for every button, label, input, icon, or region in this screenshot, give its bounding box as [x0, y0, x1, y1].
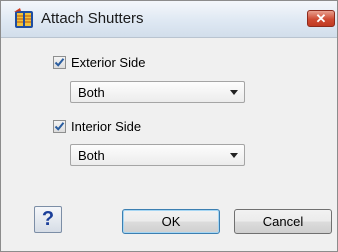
- ok-button[interactable]: OK: [122, 209, 220, 234]
- interior-side-checkbox-row[interactable]: Interior Side: [53, 118, 141, 134]
- interior-side-label: Interior Side: [71, 118, 142, 134]
- checkmark-icon: [54, 121, 65, 131]
- help-button[interactable]: ?: [34, 206, 62, 233]
- interior-side-select[interactable]: Both: [70, 144, 245, 166]
- title-bar[interactable]: Attach Shutters ✕: [1, 1, 337, 38]
- shutters-app-icon: [14, 8, 33, 28]
- exterior-side-checkbox[interactable]: [53, 55, 66, 69]
- close-icon: ✕: [315, 11, 327, 26]
- cancel-button-label: Cancel: [262, 214, 304, 229]
- close-button[interactable]: ✕: [307, 10, 335, 27]
- ok-button-label: OK: [161, 214, 181, 229]
- cancel-button[interactable]: Cancel: [234, 209, 332, 234]
- interior-side-checkbox[interactable]: [53, 119, 66, 133]
- attach-shutters-dialog: Attach Shutters ✕ Exterior Side Both Int…: [0, 0, 338, 252]
- exterior-side-label: Exterior Side: [71, 54, 146, 70]
- dialog-title: Attach Shutters: [41, 10, 144, 27]
- chevron-down-icon: [230, 153, 238, 158]
- exterior-side-select[interactable]: Both: [70, 81, 245, 103]
- exterior-side-checkbox-row[interactable]: Exterior Side: [53, 54, 145, 70]
- checkmark-icon: [54, 57, 65, 67]
- help-icon: ?: [41, 208, 55, 230]
- interior-side-selected-value: Both: [78, 148, 105, 163]
- chevron-down-icon: [230, 90, 238, 95]
- exterior-side-selected-value: Both: [78, 85, 105, 100]
